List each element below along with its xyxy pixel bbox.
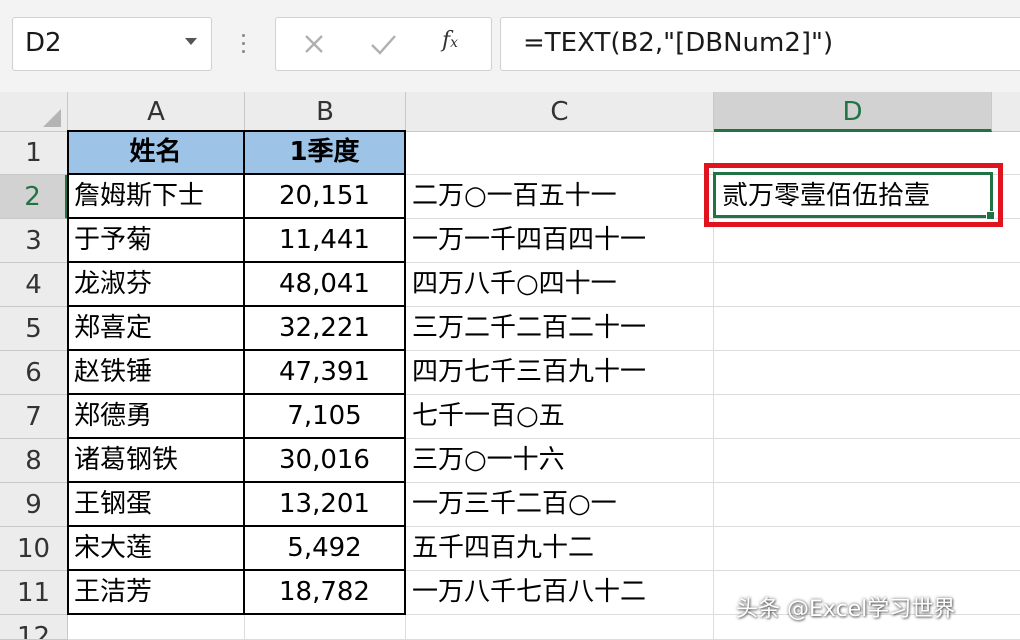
chevron-down-icon[interactable] — [185, 38, 197, 45]
cell-d6[interactable] — [714, 351, 1020, 395]
row-header-8[interactable]: 8 — [0, 439, 68, 483]
select-all-button[interactable] — [0, 92, 68, 132]
row-header-4[interactable]: 4 — [0, 263, 68, 307]
fx-icon-sub: x — [450, 35, 459, 51]
row-header-3[interactable]: 3 — [0, 219, 68, 263]
cell-a3[interactable]: 于予菊 — [68, 219, 245, 263]
cell-b1[interactable]: 1季度 — [245, 131, 406, 175]
cell-c9[interactable]: 一万三千二百○一 — [406, 483, 714, 527]
cell-a8[interactable]: 诸葛钢铁 — [68, 439, 245, 483]
drag-handle-icon[interactable] — [242, 34, 246, 56]
formula-bar: D2 fx =TEXT(B2,"[DBNum2]") — [0, 0, 1020, 92]
cell-d10[interactable] — [714, 527, 1020, 571]
cell-c7[interactable]: 七千一百○五 — [406, 395, 714, 439]
table-border-left — [67, 130, 69, 615]
cell-b11[interactable]: 18,782 — [245, 571, 406, 615]
name-box[interactable]: D2 — [12, 17, 212, 71]
cell-c1[interactable] — [406, 132, 714, 175]
select-all-triangle-icon — [43, 109, 61, 127]
cell-a4[interactable]: 龙淑芬 — [68, 263, 245, 307]
cell-a9[interactable]: 王钢蛋 — [68, 483, 245, 527]
fx-icon[interactable]: fx — [442, 28, 458, 53]
cell-d9[interactable] — [714, 483, 1020, 527]
cell-a5[interactable]: 郑喜定 — [68, 307, 245, 351]
cell-b8[interactable]: 30,016 — [245, 439, 406, 483]
formula-buttons: fx — [275, 17, 492, 71]
column-header-c[interactable]: C — [406, 92, 714, 132]
cell-a10[interactable]: 宋大莲 — [68, 527, 245, 571]
cell-b2[interactable]: 20,151 — [245, 175, 406, 219]
cell-b12[interactable] — [245, 615, 406, 640]
row-header-12[interactable]: 12 — [0, 615, 68, 640]
cell-c12[interactable] — [406, 615, 714, 640]
column-header-a[interactable]: A — [68, 92, 245, 132]
cell-a11[interactable]: 王洁芳 — [68, 571, 245, 615]
cell-d7[interactable] — [714, 395, 1020, 439]
cell-a6[interactable]: 赵铁锤 — [68, 351, 245, 395]
cell-c5[interactable]: 三万二千二百二十一 — [406, 307, 714, 351]
cell-a7[interactable]: 郑德勇 — [68, 395, 245, 439]
row-header-2[interactable]: 2 — [0, 175, 68, 219]
cell-b9[interactable]: 13,201 — [245, 483, 406, 527]
cell-b7[interactable]: 7,105 — [245, 395, 406, 439]
highlight-box — [704, 163, 1003, 227]
cell-a1[interactable]: 姓名 — [68, 131, 245, 175]
cell-d5[interactable] — [714, 307, 1020, 351]
row-header-1[interactable]: 1 — [0, 132, 68, 175]
cell-c8[interactable]: 三万○一十六 — [406, 439, 714, 483]
cell-c3[interactable]: 一万一千四百四十一 — [406, 219, 714, 263]
check-icon[interactable] — [368, 30, 398, 58]
cell-a2[interactable]: 詹姆斯下士 — [68, 175, 245, 219]
table-border-top — [67, 130, 406, 132]
row-header-11[interactable]: 11 — [0, 571, 68, 615]
column-header-d[interactable]: D — [714, 92, 992, 132]
cell-b10[interactable]: 5,492 — [245, 527, 406, 571]
formula-text: =TEXT(B2,"[DBNum2]") — [523, 28, 834, 58]
cell-c2[interactable]: 二万○一百五十一 — [406, 175, 714, 219]
cell-c10[interactable]: 五千四百九十二 — [406, 527, 714, 571]
cell-c11[interactable]: 一万八千七百八十二 — [406, 571, 714, 615]
column-header-b[interactable]: B — [245, 92, 406, 132]
column-header-row: A B C D — [0, 92, 1020, 132]
cell-b3[interactable]: 11,441 — [245, 219, 406, 263]
row-header-6[interactable]: 6 — [0, 351, 68, 395]
row-header-5[interactable]: 5 — [0, 307, 68, 351]
fx-icon-main: f — [442, 28, 451, 53]
row-header-7[interactable]: 7 — [0, 395, 68, 439]
x-icon[interactable] — [300, 30, 328, 58]
formula-input[interactable]: =TEXT(B2,"[DBNum2]") — [500, 17, 1020, 71]
cell-d8[interactable] — [714, 439, 1020, 483]
row-header-9[interactable]: 9 — [0, 483, 68, 527]
cell-b4[interactable]: 48,041 — [245, 263, 406, 307]
cell-d4[interactable] — [714, 263, 1020, 307]
watermark: 头条 @Excel学习世界 — [736, 597, 956, 622]
cell-b6[interactable]: 47,391 — [245, 351, 406, 395]
cell-c4[interactable]: 四万八千○四十一 — [406, 263, 714, 307]
row-header-10[interactable]: 10 — [0, 527, 68, 571]
cell-b5[interactable]: 32,221 — [245, 307, 406, 351]
cell-c6[interactable]: 四万七千三百九十一 — [406, 351, 714, 395]
cell-a12[interactable] — [68, 615, 245, 640]
name-box-value: D2 — [25, 28, 62, 58]
